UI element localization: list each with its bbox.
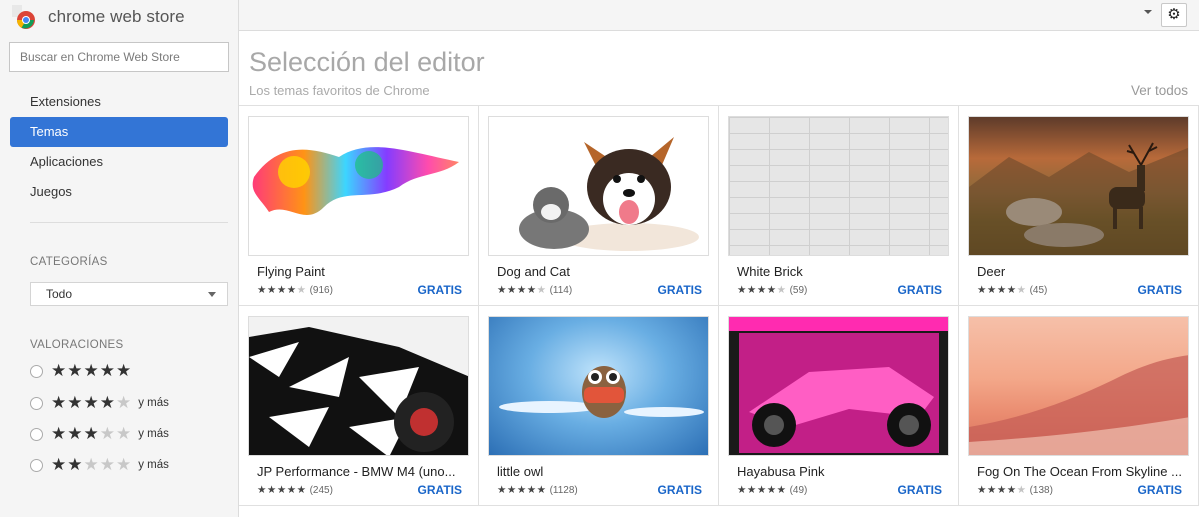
radio-button[interactable] [30,427,43,441]
price-label[interactable]: GRATIS [658,283,702,297]
rating-suffix: y más [138,428,169,440]
theme-thumbnail[interactable] [968,316,1189,456]
theme-name[interactable]: JP Performance - BMW M4 (uno... [257,464,462,479]
rating-filter-4[interactable]: ★★★★★ y más [30,393,169,413]
star-rating-icon: ★★★★★ [51,424,133,443]
gear-icon: ⚙ [1167,6,1181,23]
theme-rating: ★★★★★ (114) [497,284,573,296]
theme-thumbnail[interactable] [728,316,949,456]
theme-rating: ★★★★★ (245) [257,484,333,496]
nav-item-aplicaciones[interactable]: Aplicaciones [10,147,228,177]
theme-rating: ★★★★★ (59) [737,284,808,296]
theme-thumbnail[interactable] [488,116,709,256]
sidebar-divider [30,222,228,223]
theme-name[interactable]: Dog and Cat [497,264,702,279]
rating-count: (916) [309,285,333,296]
price-label[interactable]: GRATIS [418,283,462,297]
theme-card[interactable]: Dog and Cat ★★★★★ (114) GRATIS [479,106,719,306]
chevron-down-icon [208,292,216,297]
theme-name[interactable]: little owl [497,464,702,479]
rating-filter-3[interactable]: ★★★★★ y más [30,424,169,444]
nav-item-temas[interactable]: Temas [10,117,228,147]
see-all-link[interactable]: Ver todos [1131,83,1188,98]
rating-filter-2[interactable]: ★★★★★ y más [30,455,169,475]
theme-thumbnail[interactable] [728,116,949,256]
star-rating-icon: ★★★★★ [51,455,133,474]
rating-count: (49) [789,485,808,496]
theme-rating: ★★★★★ (138) [977,484,1053,496]
price-label[interactable]: GRATIS [658,483,702,497]
section-subtitle: Los temas favoritos de Chrome [249,83,430,98]
theme-name[interactable]: Deer [977,264,1182,279]
theme-rating: ★★★★★ (49) [737,484,808,496]
theme-card[interactable]: little owl ★★★★★ (1128) GRATIS [479,306,719,506]
theme-thumbnail[interactable] [968,116,1189,256]
store-logo[interactable]: chrome web store [12,4,185,30]
theme-card[interactable]: Fog On The Ocean From Skyline ... ★★★★★(… [959,306,1199,506]
nav-item-extensiones[interactable]: Extensiones [10,87,228,117]
theme-rating: ★★★★★ (1128) [497,484,578,496]
rating-count: (1128) [549,485,578,496]
section-header: Selección del editor Los temas favoritos… [239,31,1199,105]
search-input[interactable] [9,42,229,72]
rating-count: (45) [1029,285,1048,296]
sidebar: chrome web store Extensiones Temas Aplic… [0,0,239,517]
app-title: chrome web store [48,7,185,26]
theme-name[interactable]: Fog On The Ocean From Skyline ... [977,464,1182,479]
theme-rating: ★★★★★ (916) [257,284,333,296]
rating-count: (245) [309,485,333,496]
theme-grid: Flying Paint ★★★★★ (916) GRATIS Dog and C… [239,105,1199,506]
category-selected-value: Todo [46,287,73,301]
theme-card[interactable]: Hayabusa Pink ★★★★★ (49) GRATIS [719,306,959,506]
radio-button[interactable] [30,396,43,410]
radio-button[interactable] [30,458,43,472]
price-label[interactable]: GRATIS [1138,483,1182,497]
theme-thumbnail[interactable] [488,316,709,456]
top-bar: ⚙ [239,0,1199,31]
ratings-label: VALORACIONES [30,339,124,351]
rating-count: (138) [1029,485,1053,496]
settings-button[interactable]: ⚙ [1161,3,1187,27]
radio-button[interactable] [30,364,43,378]
price-label[interactable]: GRATIS [418,483,462,497]
section-title: Selección del editor [249,47,485,77]
theme-card[interactable]: JP Performance - BMW M4 (uno... ★★★★★ (24… [239,306,479,506]
price-label[interactable]: GRATIS [898,283,942,297]
nav-item-juegos[interactable]: Juegos [10,177,228,207]
price-label[interactable]: GRATIS [898,483,942,497]
theme-card[interactable]: Deer ★★★★★ (45) GRATIS [959,106,1199,306]
theme-rating: ★★★★★ (45) [977,284,1048,296]
rating-suffix: y más [138,459,169,471]
rating-filter-5[interactable]: ★★★★★ [30,361,132,381]
star-rating-icon: ★★★★★ [51,393,133,412]
chevron-down-icon[interactable] [1144,10,1152,14]
theme-name[interactable]: Hayabusa Pink [737,464,942,479]
price-label[interactable]: GRATIS [1138,283,1182,297]
rating-count: (59) [789,285,808,296]
theme-thumbnail[interactable] [248,116,469,256]
theme-card[interactable]: Flying Paint ★★★★★ (916) GRATIS [239,106,479,306]
rating-count: (114) [549,285,573,296]
star-rating-icon: ★★★★★ [51,361,133,380]
theme-card[interactable]: White Brick ★★★★★ (59) GRATIS [719,106,959,306]
theme-name[interactable]: Flying Paint [257,264,462,279]
categories-label: CATEGORÍAS [30,256,108,268]
category-select[interactable]: Todo [30,282,228,306]
theme-name[interactable]: White Brick [737,264,942,279]
chrome-logo-icon [12,5,40,29]
rating-suffix: y más [138,397,169,409]
theme-thumbnail[interactable] [248,316,469,456]
